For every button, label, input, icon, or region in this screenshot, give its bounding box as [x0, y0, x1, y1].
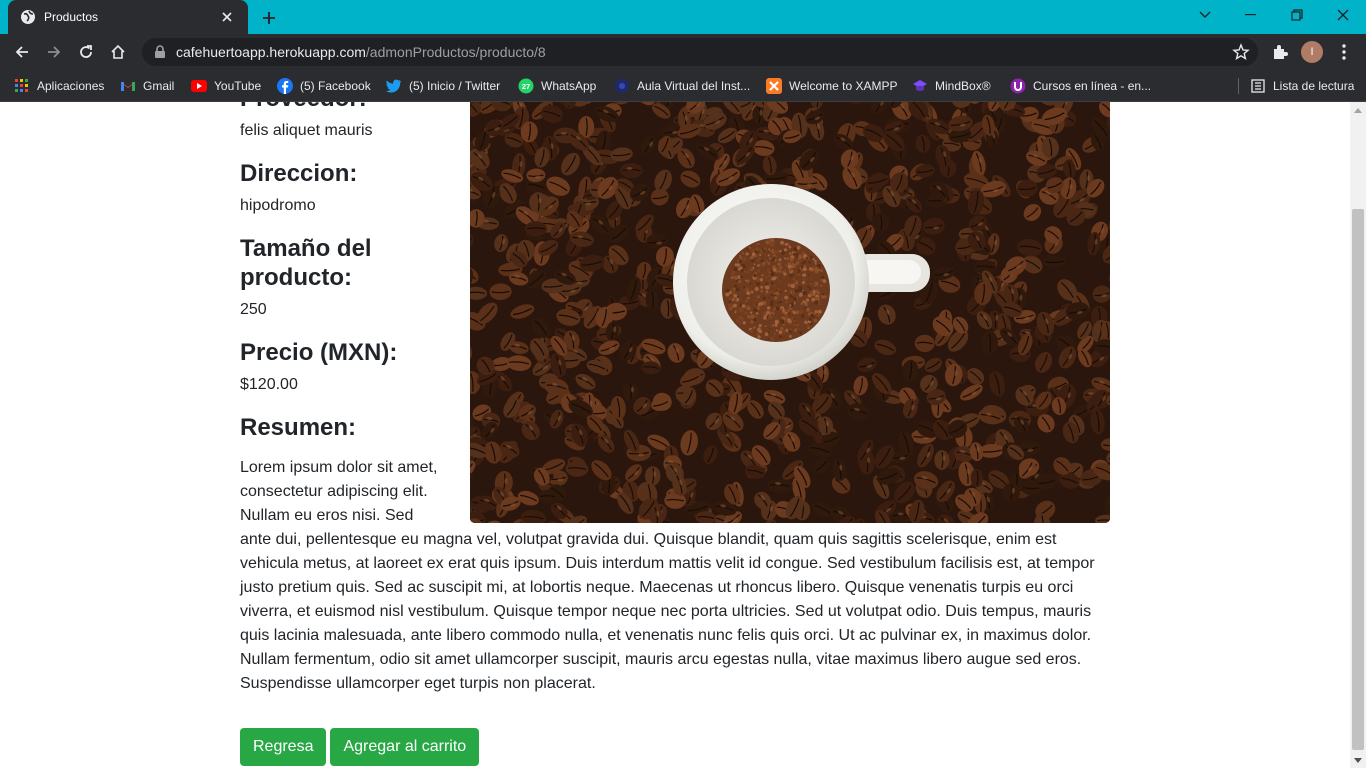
- bookmark-twitter[interactable]: (5) Inicio / Twitter: [386, 77, 500, 95]
- menu-kebab-icon[interactable]: [1334, 42, 1354, 62]
- product-image: [470, 102, 1110, 523]
- page-viewport: Proveedor: felis aliquet mauris Direccio…: [0, 102, 1350, 768]
- home-icon[interactable]: [104, 38, 132, 66]
- bookmark-separator: [1238, 78, 1239, 94]
- browser-tab[interactable]: Productos: [8, 0, 248, 34]
- agregar-carrito-button[interactable]: Agregar al carrito: [330, 728, 480, 766]
- close-window-icon[interactable]: [1320, 0, 1366, 30]
- lock-icon: [154, 45, 166, 59]
- gmail-icon: [120, 78, 136, 94]
- whatsapp-badge: 27: [522, 82, 530, 91]
- xampp-icon: [766, 78, 782, 94]
- bookmark-gmail[interactable]: Gmail: [120, 77, 174, 95]
- cursos-icon: [1010, 78, 1026, 94]
- scroll-up-arrow-icon[interactable]: [1350, 102, 1366, 118]
- reading-list[interactable]: Lista de lectura: [1250, 77, 1354, 95]
- browser-toolbar: cafehuertoapp.herokuapp.com/admonProduct…: [0, 34, 1366, 70]
- page-scrollbar[interactable]: [1350, 102, 1366, 768]
- profile-avatar[interactable]: I: [1301, 41, 1323, 63]
- twitter-icon: [386, 78, 402, 94]
- bookmark-cursos[interactable]: Cursos en línea - en...: [1010, 77, 1151, 95]
- bookmark-star-icon[interactable]: [1232, 43, 1250, 61]
- product-detail: Proveedor: felis aliquet mauris Direccio…: [240, 102, 1110, 696]
- bookmark-aplicaciones[interactable]: Aplicaciones: [14, 77, 104, 95]
- action-buttons: Regresa Agregar al carrito: [240, 728, 480, 766]
- scroll-thumb[interactable]: [1352, 209, 1364, 750]
- back-icon[interactable]: [8, 38, 36, 66]
- forward-icon[interactable]: [40, 38, 68, 66]
- aula-virtual-icon: [614, 78, 630, 94]
- youtube-icon: [191, 78, 207, 94]
- bookmark-mindbox[interactable]: MindBox®: [912, 77, 991, 95]
- facebook-icon: [277, 78, 293, 94]
- whatsapp-icon: 27: [518, 78, 534, 94]
- mindbox-icon: [912, 78, 928, 94]
- tab-strip: Productos: [0, 0, 1366, 34]
- tab-search-icon[interactable]: [1182, 0, 1228, 30]
- tab-title: Productos: [44, 10, 99, 24]
- bookmark-youtube[interactable]: YouTube: [191, 77, 261, 95]
- new-tab-icon[interactable]: [258, 7, 280, 29]
- bookmark-xampp[interactable]: Welcome to XAMPP: [766, 77, 897, 95]
- reading-list-icon: [1250, 78, 1266, 94]
- scroll-down-arrow-icon[interactable]: [1350, 752, 1366, 768]
- extensions-icon[interactable]: [1270, 42, 1290, 62]
- bookmark-aula-virtual[interactable]: Aula Virtual del Inst...: [614, 77, 750, 95]
- close-tab-icon[interactable]: [218, 8, 236, 26]
- reload-icon[interactable]: [72, 38, 100, 66]
- apps-grid-icon: [14, 78, 30, 94]
- restore-icon[interactable]: [1274, 0, 1320, 30]
- bookmark-whatsapp[interactable]: 27 WhatsApp: [518, 77, 596, 95]
- tamano-label: Tamaño del producto:: [240, 235, 372, 291]
- url-text: cafehuertoapp.herokuapp.com/admonProduct…: [176, 44, 546, 60]
- bookmarks-bar: Aplicaciones Gmail YouTube (5) Facebook …: [0, 70, 1366, 102]
- minimize-icon[interactable]: [1228, 0, 1274, 30]
- address-bar[interactable]: cafehuertoapp.herokuapp.com/admonProduct…: [142, 38, 1258, 66]
- regresa-button[interactable]: Regresa: [240, 728, 327, 766]
- bookmark-facebook[interactable]: (5) Facebook: [277, 77, 371, 95]
- globe-icon: [20, 9, 36, 25]
